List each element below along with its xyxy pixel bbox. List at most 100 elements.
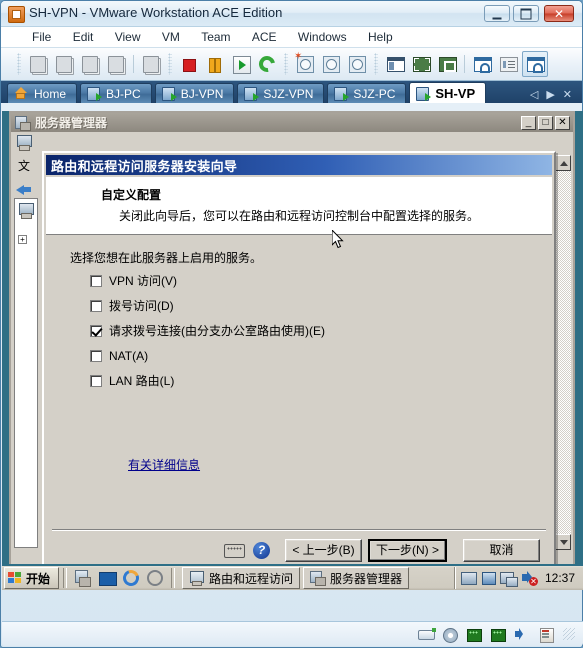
show-desktop-icon[interactable] xyxy=(73,568,93,588)
checkbox-nat[interactable] xyxy=(90,350,102,362)
more-information-link[interactable]: 有关详细信息 xyxy=(128,456,200,473)
scrollbar-track[interactable] xyxy=(555,171,571,534)
cd-drive-icon[interactable] xyxy=(441,626,461,643)
network-icon[interactable] xyxy=(460,570,478,586)
toolbar-grip[interactable] xyxy=(17,53,21,75)
taskbar-button-rras[interactable]: 路由和远程访问 xyxy=(182,567,301,589)
window-title: SH-VPN - VMware Workstation ACE Edition xyxy=(29,5,283,20)
server-manager-window: 服务器管理器 _ □ ✕ 文 + 路由和远程访问服务器安装向导 自定义配置 关闭… xyxy=(9,111,575,582)
tab-bj-vpn[interactable]: BJ-VPN xyxy=(154,83,235,103)
tab-sjz-vpn[interactable]: SJZ-VPN xyxy=(237,83,325,103)
network-adapter-icon[interactable] xyxy=(465,626,485,643)
tab-bj-pc[interactable]: BJ-PC xyxy=(80,83,152,103)
toolbar-grip-4[interactable] xyxy=(374,53,378,75)
back-button[interactable]: < 上一步(B) xyxy=(284,538,362,562)
toolbar-grip-2[interactable] xyxy=(168,53,172,75)
rras-icon xyxy=(189,571,205,586)
taskbar-button-server-manager[interactable]: 服务器管理器 xyxy=(303,567,410,589)
printer-icon[interactable] xyxy=(537,626,557,643)
network-adapter-2-icon[interactable] xyxy=(489,626,509,643)
tab-close-icon[interactable]: ✕ xyxy=(563,90,572,101)
suspend-vm-icon[interactable] xyxy=(78,52,102,76)
menu-text-button[interactable]: 文 xyxy=(12,155,36,177)
toolbar-grip-3[interactable] xyxy=(284,53,288,75)
option-row-dialup[interactable]: 拨号访问(D) xyxy=(90,300,552,312)
menu-item-ace[interactable]: ACE xyxy=(243,27,286,44)
tab-next-icon[interactable]: ▶ xyxy=(546,90,554,101)
show-sidebar-icon[interactable] xyxy=(383,52,407,76)
tab-home[interactable]: Home xyxy=(7,83,78,103)
tab-navigation: ◁ ▶ ✕ xyxy=(522,90,582,103)
hard-disk-icon[interactable] xyxy=(417,626,437,643)
play-icon[interactable] xyxy=(229,52,253,76)
snapshot-manager-icon[interactable] xyxy=(139,52,163,76)
preferences-icon[interactable] xyxy=(470,52,494,76)
checkbox-demand-dial-connections[interactable] xyxy=(90,325,102,337)
minimize-button[interactable] xyxy=(484,5,510,22)
vm-icon xyxy=(334,87,350,101)
internet-explorer-icon[interactable] xyxy=(120,567,142,589)
sm-minimize-button[interactable]: _ xyxy=(521,115,536,130)
cancel-button[interactable]: 取消 xyxy=(463,538,540,562)
menu-item-edit[interactable]: Edit xyxy=(64,27,103,44)
guest-os-screen[interactable]: 服务器管理器 _ □ ✕ 文 + 路由和远程访问服务器安装向导 自定义配置 关闭… xyxy=(2,111,583,590)
menu-bar: File Edit View VM Team ACE Windows Help xyxy=(1,27,582,48)
option-row-nat[interactable]: NAT(A) xyxy=(90,350,552,362)
take-snapshot-icon[interactable]: ✶ xyxy=(293,52,317,76)
tab-prev-icon[interactable]: ◁ xyxy=(530,90,538,101)
scroll-up-icon[interactable] xyxy=(555,155,571,171)
server-manager-scrollbar[interactable] xyxy=(555,155,571,550)
maximize-button[interactable] xyxy=(513,5,539,22)
menu-item-windows[interactable]: Windows xyxy=(289,27,356,44)
stop-icon[interactable] xyxy=(177,52,201,76)
console-tree-pane[interactable]: + xyxy=(14,198,38,548)
menu-item-team[interactable]: Team xyxy=(192,27,239,44)
power-off-team-icon[interactable] xyxy=(52,52,76,76)
option-row-lan-routing[interactable]: LAN 路由(L) xyxy=(90,375,552,387)
option-row-vpn[interactable]: VPN 访问(V) xyxy=(90,275,552,287)
quick-switch-icon[interactable] xyxy=(409,52,433,76)
reset-vm-icon[interactable] xyxy=(104,52,128,76)
power-on-team-icon[interactable] xyxy=(26,52,50,76)
windows-flag-icon xyxy=(8,571,22,585)
close-button[interactable]: ✕ xyxy=(544,5,574,22)
checkbox-vpn-access[interactable] xyxy=(90,275,102,287)
checkbox-dialup-access[interactable] xyxy=(90,300,102,312)
help-icon[interactable]: ? xyxy=(251,541,273,560)
network-connection-icon[interactable] xyxy=(480,570,498,586)
sound-icon[interactable] xyxy=(513,626,533,643)
manage-snapshots-icon[interactable] xyxy=(345,52,369,76)
tab-sh-vpn[interactable]: SH-VP xyxy=(409,82,487,103)
volume-icon[interactable]: ✕ xyxy=(520,570,538,586)
browser-icon[interactable] xyxy=(145,568,165,588)
resize-grip[interactable] xyxy=(563,628,575,640)
sm-close-button[interactable]: ✕ xyxy=(555,115,570,130)
monitor-icon[interactable] xyxy=(499,570,518,587)
taskbar-clock[interactable]: 12:37 xyxy=(545,571,575,585)
vm-icon xyxy=(244,87,260,101)
next-button[interactable]: 下一步(N) > xyxy=(367,538,447,562)
sm-maximize-button[interactable]: □ xyxy=(538,115,553,130)
menu-item-view[interactable]: View xyxy=(106,27,150,44)
computer-node-icon[interactable] xyxy=(18,203,34,219)
reset-icon[interactable] xyxy=(255,52,279,76)
start-button[interactable]: 开始 xyxy=(4,567,60,589)
tree-expander[interactable]: + xyxy=(18,235,27,244)
keyboard-icon[interactable] xyxy=(223,541,245,560)
menu-item-file[interactable]: File xyxy=(23,27,60,44)
pause-icon[interactable] xyxy=(203,52,227,76)
full-screen-icon[interactable] xyxy=(435,52,459,76)
menu-item-help[interactable]: Help xyxy=(359,27,402,44)
desktop-icon[interactable] xyxy=(97,568,118,588)
console-view-icon[interactable] xyxy=(522,51,548,77)
scroll-down-icon[interactable] xyxy=(555,534,571,550)
revert-snapshot-icon[interactable] xyxy=(319,52,343,76)
console-root-icon[interactable] xyxy=(12,132,36,154)
checkbox-lan-routing[interactable] xyxy=(90,375,102,387)
summary-view-icon[interactable] xyxy=(496,52,520,76)
back-arrow-icon[interactable] xyxy=(12,178,36,200)
option-row-demand-dial[interactable]: 请求拨号连接(由分支办公室路由使用)(E) xyxy=(90,325,552,337)
toolbar: ✶ xyxy=(1,48,582,81)
tab-sjz-pc[interactable]: SJZ-PC xyxy=(327,83,407,103)
menu-item-vm[interactable]: VM xyxy=(153,27,189,44)
